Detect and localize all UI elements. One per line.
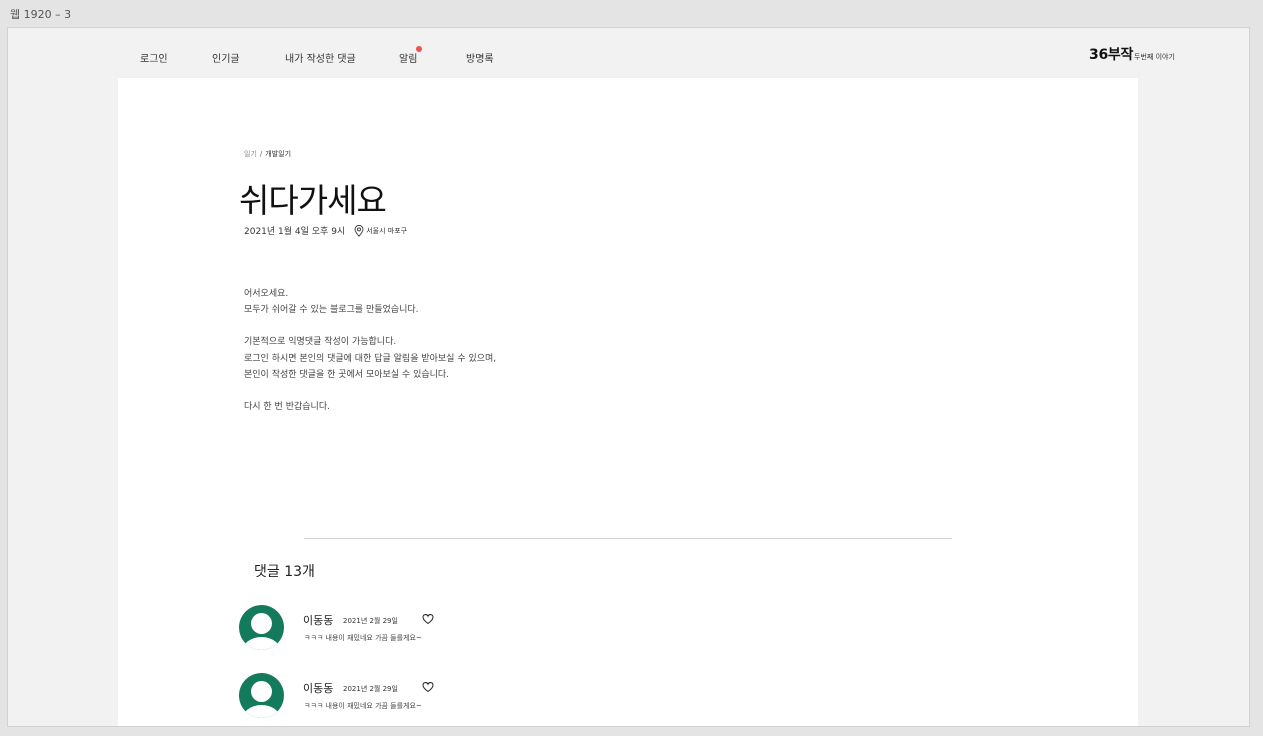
post-location-label: 서울시 마포구 [366,226,408,235]
post-location: 서울시 마포구 [354,224,408,237]
avatar [239,605,284,650]
post-body: 어서오세요. 모두가 쉬어갈 수 있는 블로그를 만들었습니다. 기본적으로 익… [244,286,496,415]
nav-notifications[interactable]: 알림 [399,46,423,65]
brand-logo[interactable]: 36부작 두번째 이야기 [1089,44,1175,64]
notification-dot [416,46,423,52]
breadcrumb-separator: / [259,150,263,158]
top-navigation: 로그인 인기글 내가 작성한 댓글 알림 방명록 36부작 두번째 이야기 [8,28,1249,78]
web-page-frame: 로그인 인기글 내가 작성한 댓글 알림 방명록 36부작 두번째 이야기 일기… [7,27,1250,727]
location-pin-icon [354,224,364,237]
brand-subtitle: 두번째 이야기 [1134,53,1175,61]
comment-item: 이동동 2021년 2월 29일 ㅋㅋㅋ 내용이 재밌네요 가끔 들를게요~ [239,673,839,721]
post-paragraph: 다시 한 번 반갑습니다. [244,402,330,413]
breadcrumb: 일기 / 개발일기 [244,149,291,159]
post-title: 쉬다가세요 [239,181,387,220]
breadcrumb-subcategory[interactable]: 개발일기 [265,150,291,158]
section-divider [304,538,952,539]
comment-date: 2021년 2월 29일 [343,617,398,625]
nav-notifications-label: 알림 [399,54,418,65]
heart-icon[interactable] [422,681,434,693]
post-paragraph: 모두가 쉬어갈 수 있는 블로그를 만들었습니다. [244,305,419,316]
breadcrumb-category[interactable]: 일기 [244,150,257,158]
post-meta: 2021년 1월 4일 오후 9시 서울시 마포구 [244,224,407,237]
comment-author: 이동동 [303,682,334,695]
comment-text: ㅋㅋㅋ 내용이 재밌네요 가끔 들를게요~ [304,702,422,710]
nav-popular[interactable]: 인기글 [212,50,240,65]
comment-count-heading: 댓글 13개 [254,564,315,580]
comment-text: ㅋㅋㅋ 내용이 재밌네요 가끔 들를게요~ [304,634,422,642]
post-paragraph: 본인이 작성한 댓글을 한 곳에서 모아보실 수 있습니다. [244,369,450,380]
nav-login[interactable]: 로그인 [140,50,168,65]
nav-my-comments[interactable]: 내가 작성한 댓글 [285,50,356,65]
post-card: 일기 / 개발일기 쉬다가세요 2021년 1월 4일 오후 9시 서울시 마포구 … [118,78,1138,726]
brand-title: 36부작 [1089,47,1134,63]
post-paragraph: 기본적으로 익명댓글 작성이 가능합니다. [244,337,397,348]
artboard-label: 웹 1920 – 3 [10,8,72,21]
comment-item: 이동동 2021년 2월 29일 ㅋㅋㅋ 내용이 재밌네요 가끔 들를게요~ [239,605,839,653]
post-date: 2021년 1월 4일 오후 9시 [244,227,346,237]
comment-date: 2021년 2월 29일 [343,685,398,693]
post-paragraph: 어서오세요. [244,289,289,299]
comment-author: 이동동 [303,614,334,627]
nav-guestbook[interactable]: 방명록 [466,50,494,65]
avatar [239,673,284,718]
heart-icon[interactable] [422,613,434,625]
post-paragraph: 로그인 하시면 본인의 댓글에 대한 답글 알림을 받아보실 수 있으며, [244,353,497,364]
